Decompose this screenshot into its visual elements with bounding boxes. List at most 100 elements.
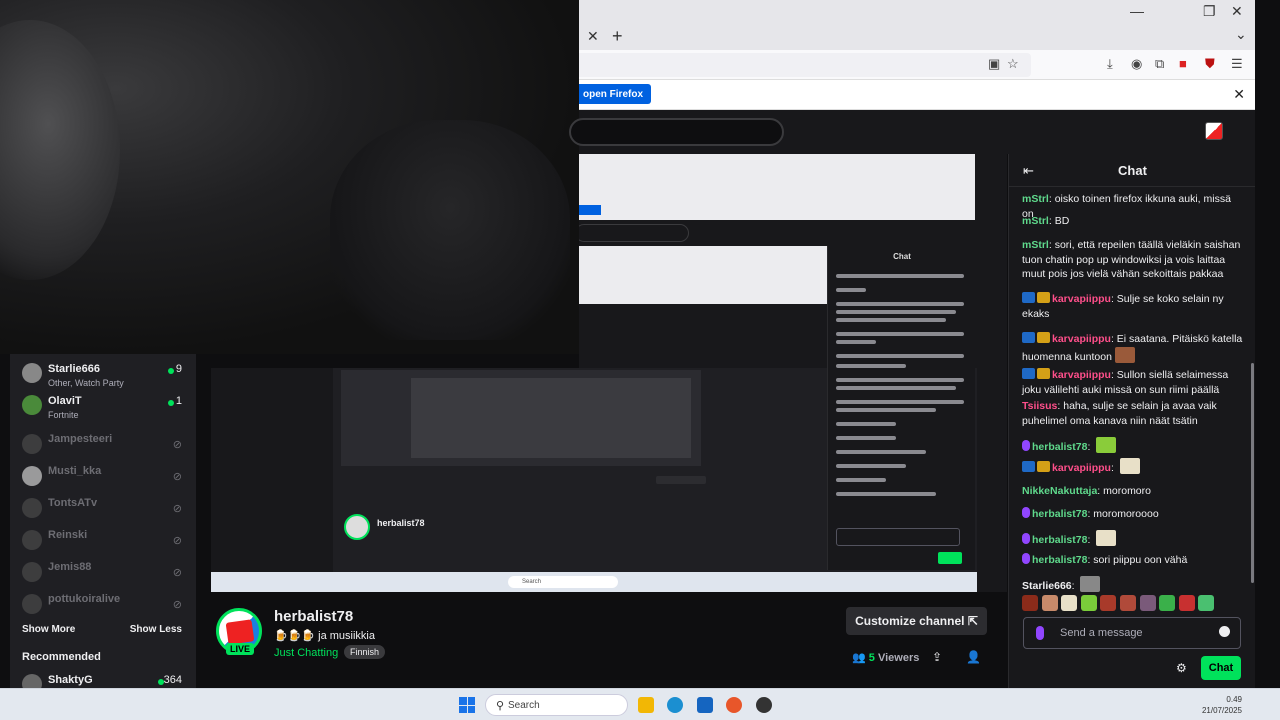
- chat-username[interactable]: herbalist78: [1032, 534, 1087, 546]
- sidebar-channel-musti-kka[interactable]: Musti_kka ⊘: [10, 462, 196, 494]
- chat-emote[interactable]: [1096, 530, 1117, 546]
- broadcaster-badge-icon[interactable]: [1022, 553, 1030, 564]
- window-close-icon[interactable]: ✕: [1231, 3, 1243, 20]
- sub-badge-icon[interactable]: [1022, 368, 1035, 379]
- chat-username[interactable]: karvapiippu: [1052, 293, 1111, 305]
- chat-username[interactable]: karvapiippu: [1052, 369, 1111, 381]
- maximize-icon[interactable]: ❐: [1203, 3, 1216, 20]
- emote[interactable]: [1119, 595, 1136, 611]
- sidebar-channel-starlie666[interactable]: Starlie666 Other, Watch Party 9: [10, 359, 196, 391]
- customize-channel-button[interactable]: Customize channel ⇱: [846, 607, 987, 635]
- notification-bar: open Firefox ✕: [579, 80, 1255, 110]
- ublock-icon[interactable]: ⛊: [1205, 56, 1215, 72]
- user-avatar[interactable]: [1205, 122, 1223, 140]
- emote-picker-icon[interactable]: [1219, 626, 1230, 637]
- live-badge: LIVE: [226, 643, 255, 655]
- chat-input[interactable]: Send a message: [1023, 617, 1241, 649]
- menu-icon[interactable]: ☰: [1231, 56, 1243, 72]
- mic-icon[interactable]: [1036, 626, 1044, 640]
- taskbar-search[interactable]: ⚲ Search: [485, 694, 628, 716]
- language-tag[interactable]: Finnish: [344, 645, 386, 659]
- chat-header: ⇤ Chat: [1009, 154, 1256, 187]
- open-firefox-button[interactable]: open Firefox: [579, 84, 652, 104]
- sidebar-channel-pottukoiralive[interactable]: pottukoiralive ⊘: [10, 590, 196, 622]
- chat-send-button[interactable]: Chat: [1201, 656, 1241, 680]
- show-more-link[interactable]: Show More: [22, 624, 75, 635]
- stream-category-link[interactable]: Just Chatting: [274, 647, 338, 659]
- edge-icon[interactable]: [667, 697, 683, 713]
- sub-badge-icon[interactable]: [1022, 461, 1035, 472]
- sidebar-channel-jampesteeri[interactable]: Jampesteeri ⊘: [10, 430, 196, 462]
- chat-emote[interactable]: [1114, 346, 1135, 363]
- crown-badge-icon[interactable]: [1037, 332, 1050, 343]
- chat-scrollbar[interactable]: [1251, 363, 1254, 583]
- channel-avatar: [22, 363, 42, 383]
- broadcaster-badge-icon[interactable]: [1022, 507, 1030, 518]
- sidebar-channel-olavit[interactable]: OlaviT Fortnite 1: [10, 391, 196, 423]
- emote[interactable]: [1178, 595, 1195, 611]
- channel-name: Jampesteeri: [48, 433, 113, 445]
- emote[interactable]: [1100, 595, 1117, 611]
- windows-start-icon[interactable]: [459, 697, 475, 713]
- bookmark-star-icon[interactable]: ☆: [1007, 56, 1019, 72]
- emote[interactable]: [1198, 595, 1215, 611]
- chat-username[interactable]: mStrl: [1022, 239, 1049, 251]
- store-icon[interactable]: [697, 697, 713, 713]
- channel-name: pottukoiralive: [48, 593, 121, 605]
- chat-emote[interactable]: [1119, 458, 1140, 474]
- emote[interactable]: [1041, 595, 1058, 611]
- broadcaster-badge-icon[interactable]: [1022, 440, 1030, 451]
- notification-close-icon[interactable]: ✕: [1233, 86, 1245, 103]
- account-icon[interactable]: ◉: [1131, 56, 1142, 72]
- share-icon[interactable]: ⇪: [932, 650, 942, 664]
- emote[interactable]: [1159, 595, 1176, 611]
- emote[interactable]: [1022, 595, 1038, 611]
- screenshot-icon[interactable]: ▣: [988, 56, 1000, 72]
- extension-red-icon[interactable]: ■: [1179, 56, 1187, 71]
- channel-name: ShaktyG: [48, 674, 93, 686]
- chat-username[interactable]: karvapiippu: [1052, 333, 1111, 345]
- show-less-link[interactable]: Show Less: [130, 624, 182, 635]
- chat-username[interactable]: NikkeNakuttaja: [1022, 485, 1097, 497]
- crown-badge-icon[interactable]: [1037, 368, 1050, 379]
- download-icon[interactable]: ⤓: [1107, 56, 1113, 72]
- chat-username[interactable]: karvapiippu: [1052, 462, 1111, 474]
- minimize-icon[interactable]: —: [1130, 3, 1144, 19]
- channel-category: Fortnite: [48, 410, 79, 420]
- tab-close-icon[interactable]: ✕: [587, 28, 599, 45]
- firefox-icon[interactable]: [726, 697, 742, 713]
- new-tab-icon[interactable]: +: [612, 26, 623, 47]
- url-bar[interactable]: [579, 53, 1031, 77]
- chat-settings-icon[interactable]: ⚙: [1176, 661, 1187, 675]
- extensions-icon[interactable]: ⧉: [1155, 56, 1164, 72]
- sidebar-channel-tontsatv[interactable]: TontsATv ⊘: [10, 494, 196, 526]
- twitch-search-input[interactable]: [569, 118, 784, 146]
- add-friend-icon[interactable]: 👤: [966, 650, 981, 664]
- chat-username[interactable]: Starlie666: [1022, 580, 1072, 592]
- obs-icon[interactable]: [756, 697, 772, 713]
- chat-username[interactable]: mStrl: [1022, 193, 1049, 205]
- chat-username[interactable]: herbalist78: [1032, 508, 1087, 520]
- chat-emote[interactable]: [1096, 437, 1117, 453]
- chat-emote[interactable]: [1080, 576, 1101, 592]
- sub-badge-icon[interactable]: [1022, 292, 1035, 303]
- emote[interactable]: [1061, 595, 1078, 611]
- sidebar-channel-jemis88[interactable]: Jemis88 ⊘: [10, 558, 196, 590]
- tab-list-icon[interactable]: ⌄: [1235, 26, 1247, 43]
- chat-username[interactable]: herbalist78: [1032, 441, 1087, 453]
- broadcaster-badge-icon[interactable]: [1022, 533, 1030, 544]
- chat-message: herbalist78:: [1022, 437, 1244, 455]
- crown-badge-icon[interactable]: [1037, 461, 1050, 472]
- chat-text: moromoroooo: [1093, 508, 1159, 520]
- sub-badge-icon[interactable]: [1022, 332, 1035, 343]
- emote[interactable]: [1080, 595, 1097, 611]
- chat-username[interactable]: mStrl: [1022, 215, 1049, 227]
- chat-username[interactable]: herbalist78: [1032, 554, 1087, 566]
- crown-badge-icon[interactable]: [1037, 292, 1050, 303]
- emote[interactable]: [1139, 595, 1156, 611]
- system-clock[interactable]: 0.49 21/07/2025: [1202, 694, 1242, 716]
- chat-username[interactable]: Tsiisus: [1022, 400, 1057, 412]
- file-explorer-icon[interactable]: [638, 697, 654, 713]
- channel-name[interactable]: herbalist78: [274, 608, 353, 625]
- sidebar-channel-reinski[interactable]: Reinski ⊘: [10, 526, 196, 558]
